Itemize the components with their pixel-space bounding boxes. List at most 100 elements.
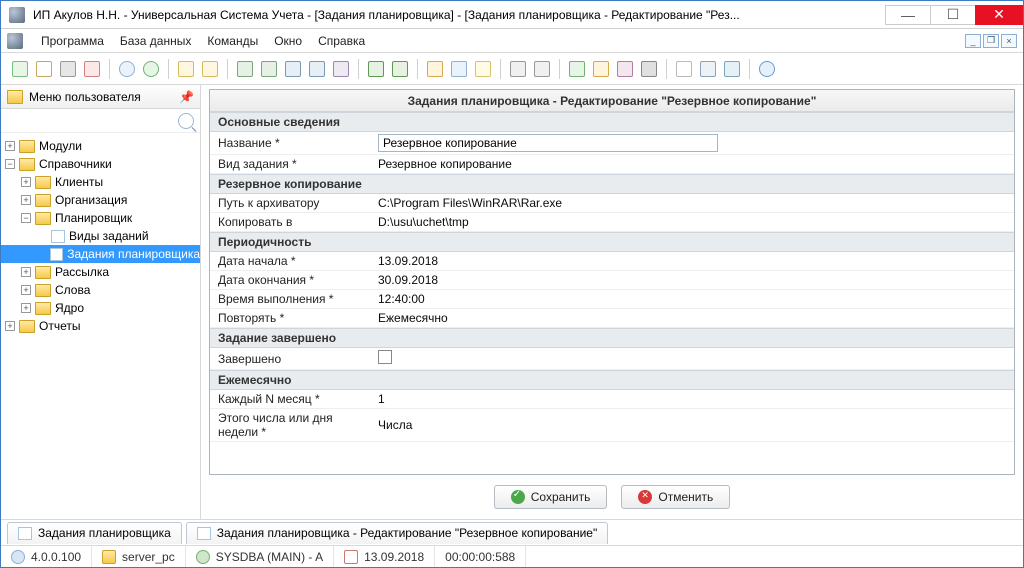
tb-users-icon[interactable] bbox=[614, 58, 636, 80]
tb-server-icon[interactable] bbox=[638, 58, 660, 80]
mdi-minimize-button[interactable]: _ bbox=[965, 34, 981, 48]
tb-tree4-icon[interactable] bbox=[306, 58, 328, 80]
tb-share-icon[interactable] bbox=[721, 58, 743, 80]
edit-panel: Задания планировщика - Редактирование "Р… bbox=[209, 89, 1015, 475]
tree-clients[interactable]: +Клиенты bbox=[1, 173, 200, 191]
value-each-n-month[interactable]: 1 bbox=[370, 390, 1014, 408]
value-start[interactable]: 13.09.2018 bbox=[370, 252, 1014, 270]
value-end[interactable]: 30.09.2018 bbox=[370, 271, 1014, 289]
tree-org[interactable]: +Организация bbox=[1, 191, 200, 209]
tree-task-types[interactable]: Виды заданий bbox=[1, 227, 200, 245]
main-menu: Программа База данных Команды Окно Справ… bbox=[1, 29, 1023, 53]
label-name: Название * bbox=[210, 134, 370, 152]
tree-core[interactable]: +Ядро bbox=[1, 299, 200, 317]
tb-edit-icon[interactable] bbox=[33, 58, 55, 80]
folder-icon bbox=[7, 90, 23, 104]
status-calendar-icon bbox=[344, 550, 358, 564]
tree-modules[interactable]: +Модули bbox=[1, 137, 200, 155]
tab-edit-task[interactable]: Задания планировщика - Редактирование "Р… bbox=[186, 522, 609, 544]
value-exectime[interactable]: 12:40:00 bbox=[370, 290, 1014, 308]
label-exectime: Время выполнения * bbox=[210, 290, 370, 308]
sidebar-title: Меню пользователя bbox=[29, 90, 141, 104]
status-date: 13.09.2018 bbox=[364, 550, 424, 564]
label-copyto: Копировать в bbox=[210, 213, 370, 231]
button-row: Сохранить Отменить bbox=[209, 475, 1015, 513]
sidebar-search bbox=[1, 109, 200, 133]
tab-label-1: Задания планировщика bbox=[38, 526, 171, 540]
label-completed: Завершено bbox=[210, 350, 370, 368]
tb-search-icon[interactable] bbox=[116, 58, 138, 80]
checkbox-completed[interactable] bbox=[378, 350, 392, 364]
tree-refs[interactable]: −Справочники bbox=[1, 155, 200, 173]
sidebar: Меню пользователя 📌 +Модули −Справочники… bbox=[1, 85, 201, 519]
tb-delete-icon[interactable] bbox=[81, 58, 103, 80]
menu-program[interactable]: Программа bbox=[33, 31, 112, 51]
status-info-icon bbox=[11, 550, 25, 564]
value-copyto[interactable]: D:\usu\uchet\tmp bbox=[370, 213, 1014, 231]
tb-tree5-icon[interactable] bbox=[330, 58, 352, 80]
mdi-restore-button[interactable]: ❐ bbox=[983, 34, 999, 48]
tb-filter-clear-icon[interactable] bbox=[199, 58, 221, 80]
value-repeat[interactable]: Ежемесячно bbox=[370, 309, 1014, 327]
tb-tree2-icon[interactable] bbox=[258, 58, 280, 80]
label-archpath: Путь к архиватору bbox=[210, 194, 370, 212]
tree-planner-tasks[interactable]: Задания планировщика bbox=[1, 245, 200, 263]
save-button[interactable]: Сохранить bbox=[494, 485, 608, 509]
status-user-icon bbox=[196, 550, 210, 564]
tree-reports[interactable]: +Отчеты bbox=[1, 317, 200, 335]
value-type[interactable]: Резервное копирование bbox=[370, 155, 1014, 173]
tab-planner-tasks[interactable]: Задания планировщика bbox=[7, 522, 182, 544]
cancel-button[interactable]: Отменить bbox=[621, 485, 730, 509]
nav-tree: +Модули −Справочники +Клиенты +Организац… bbox=[1, 133, 200, 519]
app-icon bbox=[9, 7, 25, 23]
status-server: server_pc bbox=[122, 550, 175, 564]
tb-tools-icon[interactable] bbox=[531, 58, 553, 80]
tb-notes-icon[interactable] bbox=[472, 58, 494, 80]
menu-window[interactable]: Окно bbox=[266, 31, 310, 51]
section-done: Задание завершено bbox=[210, 328, 1014, 348]
search-icon[interactable] bbox=[178, 113, 194, 129]
tb-info-icon[interactable] bbox=[756, 58, 778, 80]
section-monthly: Ежемесячно bbox=[210, 370, 1014, 390]
menu-database[interactable]: База данных bbox=[112, 31, 199, 51]
toolbar bbox=[1, 53, 1023, 85]
tb-report-icon[interactable] bbox=[673, 58, 695, 80]
input-name[interactable] bbox=[378, 134, 718, 152]
tb-refresh-icon[interactable] bbox=[140, 58, 162, 80]
tb-tree3-icon[interactable] bbox=[282, 58, 304, 80]
label-end: Дата окончания * bbox=[210, 271, 370, 289]
status-version: 4.0.0.100 bbox=[31, 550, 81, 564]
tree-words[interactable]: +Слова bbox=[1, 281, 200, 299]
value-this-day[interactable]: Числа bbox=[370, 416, 1014, 434]
tb-clone-icon[interactable] bbox=[57, 58, 79, 80]
tb-excel-import-icon[interactable] bbox=[389, 58, 411, 80]
label-this-day: Этого числа или дня недели * bbox=[210, 409, 370, 441]
label-repeat: Повторять * bbox=[210, 309, 370, 327]
tb-excel-export-icon[interactable] bbox=[365, 58, 387, 80]
close-button[interactable]: ✕ bbox=[975, 5, 1023, 25]
tb-settings-icon[interactable] bbox=[507, 58, 529, 80]
value-archpath[interactable]: C:\Program Files\WinRAR\Rar.exe bbox=[370, 194, 1014, 212]
document-tabs: Задания планировщика Задания планировщик… bbox=[1, 519, 1023, 545]
tb-print-icon[interactable] bbox=[697, 58, 719, 80]
pin-icon[interactable]: 📌 bbox=[179, 90, 194, 104]
label-start: Дата начала * bbox=[210, 252, 370, 270]
tree-planner[interactable]: −Планировщик bbox=[1, 209, 200, 227]
mdi-close-button[interactable]: × bbox=[1001, 34, 1017, 48]
tb-lock-icon[interactable] bbox=[590, 58, 612, 80]
tb-tree1-icon[interactable] bbox=[234, 58, 256, 80]
tb-check-icon[interactable] bbox=[566, 58, 588, 80]
main-area: Задания планировщика - Редактирование "Р… bbox=[201, 85, 1023, 519]
panel-title: Задания планировщика - Редактирование "Р… bbox=[210, 90, 1014, 112]
status-user: SYSDBA (MAIN) - A bbox=[216, 550, 323, 564]
menu-help[interactable]: Справка bbox=[310, 31, 373, 51]
tb-new-icon[interactable] bbox=[9, 58, 31, 80]
minimize-button[interactable]: — bbox=[885, 5, 931, 25]
tb-open-icon[interactable] bbox=[424, 58, 446, 80]
tb-table-icon[interactable] bbox=[448, 58, 470, 80]
maximize-button[interactable]: ☐ bbox=[930, 5, 976, 25]
cross-icon bbox=[638, 490, 652, 504]
menu-commands[interactable]: Команды bbox=[199, 31, 266, 51]
tree-mailing[interactable]: +Рассылка bbox=[1, 263, 200, 281]
tb-filter-icon[interactable] bbox=[175, 58, 197, 80]
